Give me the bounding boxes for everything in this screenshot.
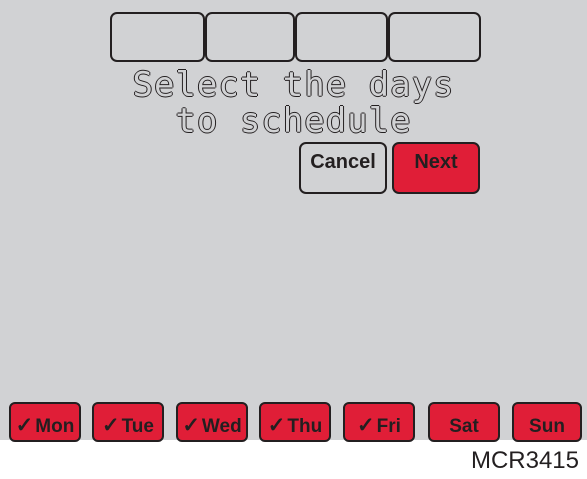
check-icon: ✓ [267, 414, 286, 437]
day-label: Mon [35, 416, 75, 437]
top-display-box-2 [205, 12, 295, 62]
check-icon: ✓ [357, 414, 375, 437]
day-label: Tue [121, 416, 154, 437]
day-label: Fri [376, 416, 401, 437]
headline-line-1: Select the days [132, 65, 455, 105]
day-button-sat[interactable]: Sat [428, 402, 500, 442]
top-display-box-4 [388, 12, 481, 62]
day-button-mon[interactable]: ✓ Mon [9, 402, 81, 442]
day-label: Sat [449, 416, 479, 437]
day-label: Sun [529, 416, 565, 437]
headline-line-2: to schedule [175, 101, 412, 141]
day-label: Wed [201, 416, 242, 437]
day-label: Thu [287, 416, 323, 437]
day-button-thu[interactable]: ✓ Thu [259, 402, 331, 442]
check-icon: ✓ [182, 414, 200, 437]
cancel-button[interactable]: Cancel [299, 142, 387, 194]
top-display-box-1 [110, 12, 205, 62]
thermostat-screen: Select the days to schedule Cancel Next … [0, 0, 587, 442]
day-button-tue[interactable]: ✓ Tue [92, 402, 164, 442]
figure-id-label: MCR3415 [470, 447, 579, 474]
day-button-wed[interactable]: ✓ Wed [176, 402, 248, 442]
check-icon: ✓ [15, 414, 34, 437]
day-button-fri[interactable]: ✓ Fri [343, 402, 415, 442]
next-button[interactable]: Next [392, 142, 480, 194]
top-display-box-3 [295, 12, 388, 62]
check-icon: ✓ [102, 414, 120, 437]
day-button-sun[interactable]: Sun [512, 402, 582, 442]
